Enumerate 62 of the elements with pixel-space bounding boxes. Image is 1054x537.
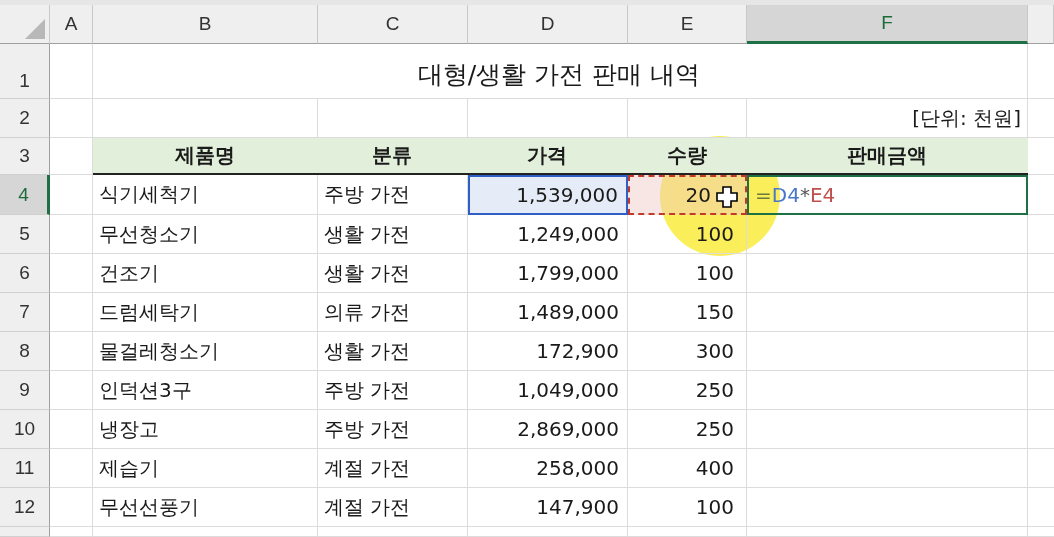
table-cell: 의류 가전 [318,293,468,332]
row-header[interactable]: 1 [0,44,50,99]
column-header[interactable]: B [93,5,318,44]
table-header-cell: 판매금액 [747,138,1028,175]
table-cell: 2,869,000 [468,410,628,449]
table-cell: 주방 가전 [318,371,468,410]
select-all-corner[interactable] [0,5,50,44]
cursor-icon [716,186,738,208]
row-header[interactable]: 2 [0,99,50,138]
row-header[interactable] [0,527,50,537]
table-cell: 1,249,000 [468,215,628,254]
column-header[interactable] [1028,5,1054,44]
table-cell: 172,900 [468,332,628,371]
column-header[interactable]: C [318,5,468,44]
column-header[interactable]: A [50,5,93,44]
table-cell: 무선선풍기 [93,488,318,527]
sheet-title: 대형/생활 가전 판매 내역 [93,44,1028,99]
table-header-cell: 제품명 [93,138,318,175]
table-header-cell: 수량 [628,138,747,175]
row-header[interactable]: 10 [0,410,50,449]
table-cell: 생활 가전 [318,332,468,371]
table-cell: 건조기 [93,254,318,293]
table-cell: 1,489,000 [468,293,628,332]
table-cell: 생활 가전 [318,215,468,254]
row-header[interactable]: 5 [0,215,50,254]
column-header[interactable]: D [468,5,628,44]
table-cell: 150 [628,293,747,332]
table-cell: 1,799,000 [468,254,628,293]
table-cell: 147,900 [468,488,628,527]
table-header-cell: 분류 [318,138,468,175]
table-cell: 생활 가전 [318,254,468,293]
table-cell: 100 [628,488,747,527]
table-cell: 계절 가전 [318,449,468,488]
select-all-icon [25,19,45,39]
table-cell: 무선청소기 [93,215,318,254]
table-cell: 인덕션3구 [93,371,318,410]
table-cell: 1,049,000 [468,371,628,410]
table-cell: 드럼세탁기 [93,293,318,332]
row-header[interactable]: 7 [0,293,50,332]
row-header[interactable]: 12 [0,488,50,527]
row-header[interactable]: 11 [0,449,50,488]
table-cell: 250 [628,410,747,449]
table-cell: 계절 가전 [318,488,468,527]
row-header[interactable]: 8 [0,332,50,371]
table-cell: 250 [628,371,747,410]
column-header[interactable]: E [628,5,747,44]
row-header[interactable]: 9 [0,371,50,410]
table-cell: 1,539,000 [468,175,628,215]
table-cell: 400 [628,449,747,488]
table-cell: 258,000 [468,449,628,488]
row-header[interactable]: 3 [0,138,50,175]
table-cell: 300 [628,332,747,371]
table-cell: 주방 가전 [318,410,468,449]
unit-label: [단위: 천원] [912,104,1021,132]
table-cell: 식기세척기 [93,175,318,215]
table-cell: 냉장고 [93,410,318,449]
table-cell: 제습기 [93,449,318,488]
table-cell: 물걸레청소기 [93,332,318,371]
row-header[interactable]: 6 [0,254,50,293]
table-header-cell: 가격 [468,138,628,175]
row-header[interactable]: 4 [0,175,50,215]
column-header[interactable]: F [747,5,1028,44]
